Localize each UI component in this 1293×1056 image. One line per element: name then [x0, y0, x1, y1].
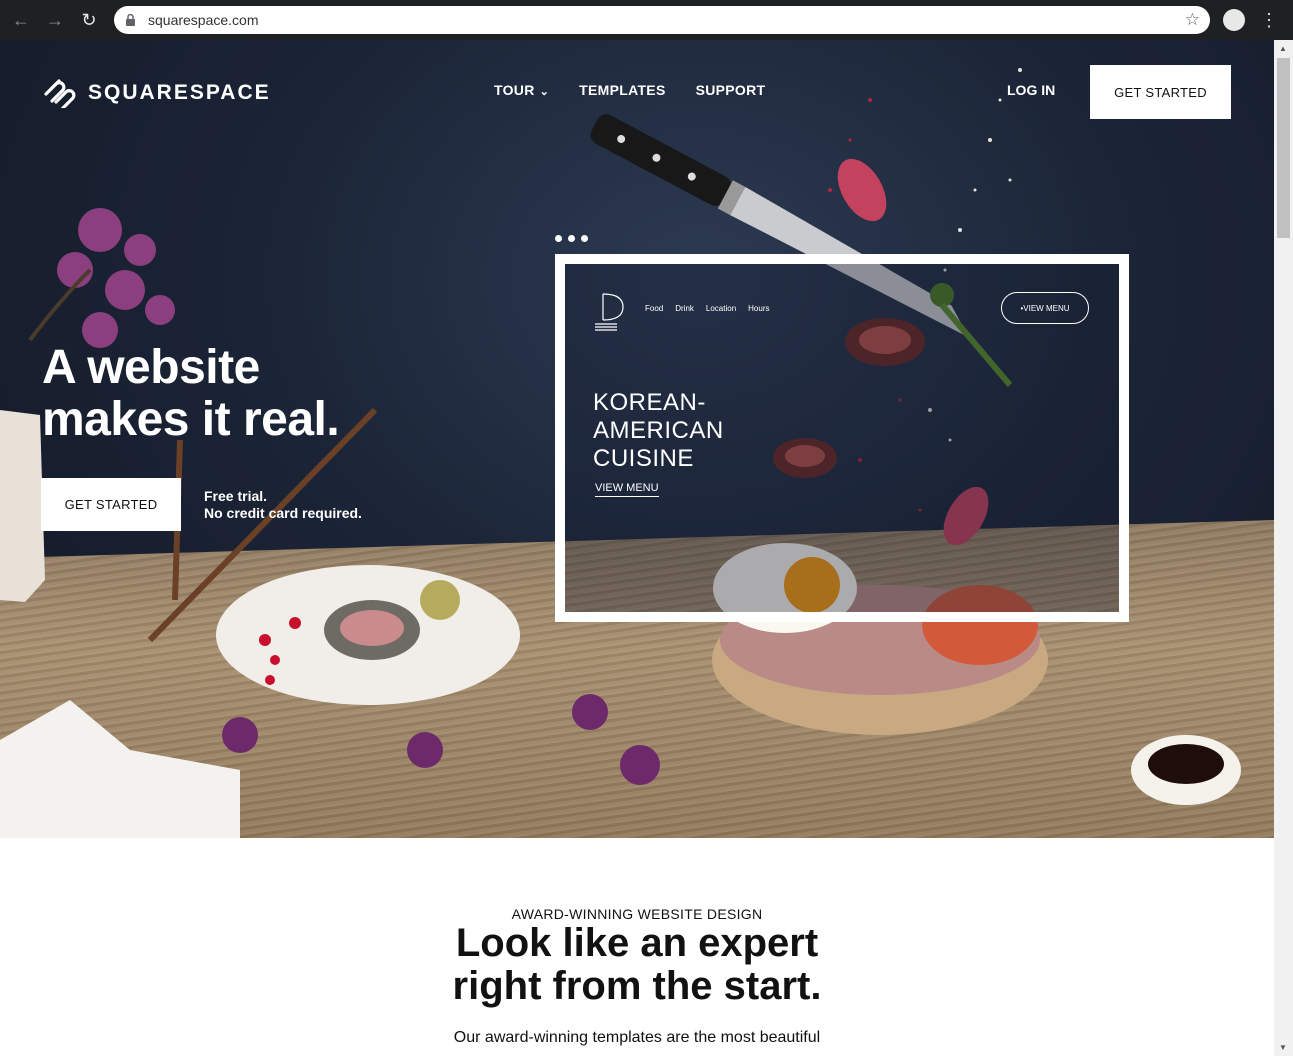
- preview-title: KOREAN- AMERICAN CUISINE: [593, 389, 724, 473]
- brand-name: SQUARESPACE: [88, 81, 271, 104]
- preview-nav-food: Food: [645, 304, 664, 313]
- profile-icon[interactable]: [1223, 9, 1245, 31]
- login-link[interactable]: LOG IN: [1007, 82, 1055, 98]
- squarespace-logo-icon: [44, 79, 76, 108]
- template-preview[interactable]: Food Drink Location Hours • VIEW MENU KO…: [555, 254, 1129, 622]
- section-eyebrow: AWARD-WINNING WEBSITE DESIGN: [511, 906, 763, 922]
- forward-icon[interactable]: →: [44, 9, 66, 31]
- scrollbar-thumb[interactable]: [1277, 58, 1290, 238]
- section-title-line2: right from the start.: [452, 964, 822, 1008]
- preview-view-menu-button: • VIEW MENU: [1001, 292, 1089, 324]
- header-get-started-button[interactable]: GET STARTED: [1090, 65, 1231, 119]
- more-dots-icon: [555, 235, 588, 242]
- hero-headline-line2: makes it real.: [42, 393, 340, 446]
- scroll-down-icon[interactable]: ▼: [1279, 1043, 1287, 1052]
- section-title: Look like an expert right from the start…: [0, 922, 1274, 1008]
- back-icon[interactable]: ←: [10, 9, 32, 31]
- preview-title-line3: CUISINE: [593, 445, 694, 472]
- preview-title-line1: KOREAN-: [593, 389, 706, 416]
- reload-icon[interactable]: ↻: [78, 9, 100, 31]
- main-nav: TOUR ⌄ TEMPLATES SUPPORT: [494, 82, 765, 98]
- scroll-up-icon[interactable]: ▲: [1279, 44, 1287, 53]
- template-preview-screen: Food Drink Location Hours • VIEW MENU KO…: [565, 264, 1119, 612]
- address-bar[interactable]: squarespace.com ☆: [114, 6, 1210, 34]
- preview-view-menu-label: VIEW MENU: [1023, 303, 1070, 313]
- trial-line1: Free trial.: [204, 488, 268, 504]
- hero-section: SQUARESPACE TOUR ⌄ TEMPLATES SUPPORT LOG …: [0, 40, 1274, 838]
- preview-title-line2: AMERICAN: [593, 417, 724, 444]
- nav-support[interactable]: SUPPORT: [696, 82, 766, 98]
- squarespace-logo[interactable]: SQUARESPACE: [40, 78, 271, 108]
- trial-line2: No credit card required.: [204, 505, 362, 521]
- features-section: AWARD-WINNING WEBSITE DESIGN Look like a…: [0, 838, 1274, 1056]
- nav-templates[interactable]: TEMPLATES: [579, 82, 665, 98]
- hero-headline-line1: A website: [42, 341, 260, 394]
- menu-icon[interactable]: ⋮: [1260, 8, 1278, 32]
- section-title-line1: Look like an expert: [455, 921, 819, 965]
- preview-nav-hours: Hours: [748, 304, 770, 313]
- preview-nav-location: Location: [705, 304, 737, 313]
- preview-nav-drink: Drink: [675, 304, 694, 313]
- restaurant-logo-icon: [595, 293, 624, 331]
- lock-icon: [126, 14, 135, 26]
- chevron-down-icon: ⌄: [539, 86, 550, 98]
- hero-get-started-button[interactable]: GET STARTED: [41, 478, 181, 531]
- star-icon[interactable]: ☆: [1185, 10, 1200, 30]
- hero-headline: A website makes it real.: [42, 341, 340, 446]
- preview-nav: Food Drink Location Hours: [645, 304, 770, 313]
- preview-view-menu-link: VIEW MENU: [595, 482, 659, 497]
- nav-tour-label: TOUR: [494, 82, 535, 98]
- url-text: squarespace.com: [148, 12, 259, 28]
- nav-tour[interactable]: TOUR ⌄: [494, 82, 549, 98]
- trial-note: Free trial. No credit card required.: [204, 488, 362, 522]
- page-scrollbar[interactable]: ▲ ▼: [1274, 40, 1293, 1056]
- section-body: Our award-winning templates are the most…: [453, 1029, 821, 1046]
- browser-toolbar: ← → ↻ squarespace.com ☆ ⋮: [0, 0, 1293, 40]
